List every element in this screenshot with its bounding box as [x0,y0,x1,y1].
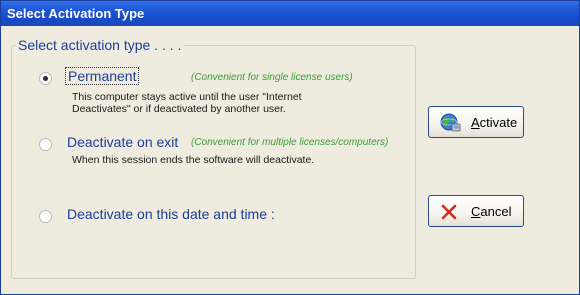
red-x-icon [441,204,457,225]
deactivate-on-exit-radio[interactable] [39,138,52,151]
permanent-label[interactable]: Permanent [65,67,140,85]
deactivate-on-date-radio[interactable] [39,210,52,223]
radio-selected-dot [43,76,48,81]
permanent-description-line-1: This computer stays active until the use… [72,91,302,103]
cancel-button[interactable]: Cancel [428,195,524,227]
option-deactivate-on-date[interactable]: Deactivate on this date and time : [39,206,339,226]
deactivate-on-exit-note: (Convenient for multiple licenses/comput… [191,137,389,148]
group-title: Select activation type . . . . [16,37,185,53]
activate-button-label: Activate [471,115,518,130]
deactivate-on-exit-description: When this session ends the software will… [72,154,315,166]
permanent-description-line-2: Deactivates" or if deactivated by anothe… [72,103,286,115]
title-bar[interactable]: Select Activation Type [1,1,579,26]
cancel-button-label: Cancel [471,204,512,219]
option-permanent[interactable]: Permanent (Convenient for single license… [39,67,399,120]
activate-button[interactable]: Activate [428,106,524,138]
deactivate-on-exit-label[interactable]: Deactivate on exit [67,134,178,150]
globe-network-icon [439,113,461,138]
window-title: Select Activation Type [7,6,145,21]
permanent-radio[interactable] [39,72,52,85]
deactivate-on-date-label[interactable]: Deactivate on this date and time : [67,206,275,222]
option-deactivate-on-exit[interactable]: Deactivate on exit (Convenient for multi… [39,134,409,170]
permanent-note: (Convenient for single license users) [191,72,353,83]
dialog-body: Select activation type . . . . Permanent… [1,26,579,294]
activation-type-dialog: Select Activation Type Select activation… [0,0,580,295]
